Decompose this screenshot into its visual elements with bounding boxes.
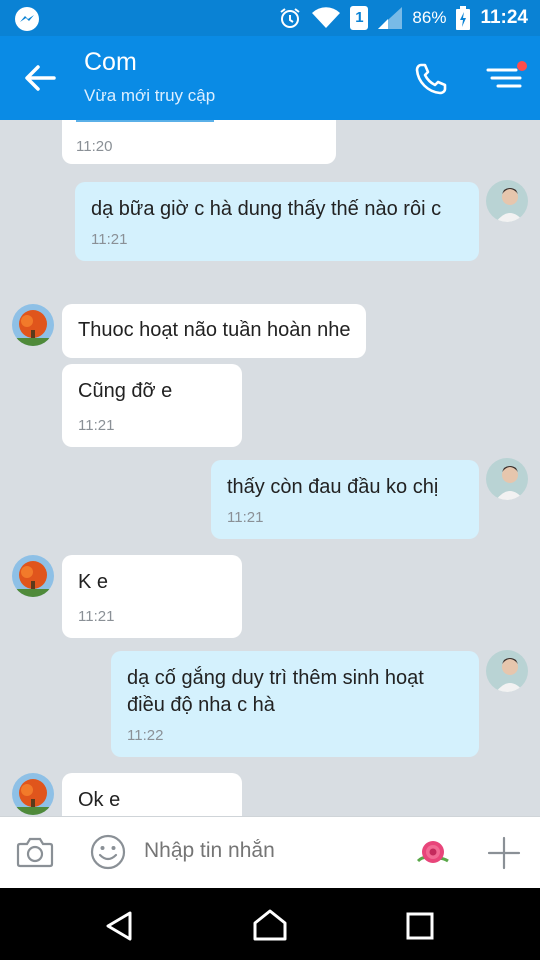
message-bubble-incoming[interactable]: Thuoc hoạt não tuần hoàn nhe	[62, 304, 367, 358]
chat-header: Com Vừa mới truy cập	[0, 36, 540, 120]
sim-icon: 1	[350, 6, 369, 30]
message-bubble-incoming[interactable]: Ok e	[62, 773, 242, 816]
nav-back-icon[interactable]	[104, 910, 136, 942]
message-text: dạ bữa giờ c hà dung thấy thế nào rôi c	[91, 198, 442, 220]
contact-status: Vừa mới truy cập	[84, 86, 216, 105]
message-time: 11:21	[78, 417, 115, 434]
message-time: 11:20	[76, 138, 113, 155]
nav-recent-apps-icon[interactable]	[406, 912, 434, 940]
avatar-self[interactable]	[486, 458, 528, 500]
menu-icon[interactable]	[484, 60, 528, 96]
message-bubble-incoming[interactable]: 11:20	[62, 120, 336, 164]
plus-icon[interactable]	[486, 835, 522, 871]
message-input[interactable]	[144, 839, 394, 863]
message-time: 11:21	[78, 608, 115, 625]
link-underline	[76, 120, 214, 122]
avatar-contact[interactable]	[12, 304, 54, 346]
camera-icon[interactable]	[16, 835, 54, 869]
nav-home-icon[interactable]	[252, 908, 288, 942]
message-text: Thuoc hoạt não tuần hoàn nhe	[78, 319, 351, 341]
battery-percent: 86%	[412, 8, 447, 27]
status-time: 11:24	[480, 7, 528, 28]
signal-icon	[378, 7, 403, 29]
alarm-icon	[280, 8, 301, 28]
message-bubble-outgoing[interactable]: dạ cố gắng duy trì thêm sinh hoạt điều đ…	[111, 651, 479, 757]
avatar-contact[interactable]	[12, 555, 54, 597]
message-time: 11:21	[227, 509, 264, 526]
system-nav-bar	[0, 888, 540, 960]
message-bubble-outgoing[interactable]: dạ bữa giờ c hà dung thấy thế nào rôi c …	[75, 182, 479, 261]
battery-icon	[456, 6, 471, 30]
avatar-contact[interactable]	[12, 773, 54, 815]
message-bubble-incoming[interactable]: K e 11:21	[62, 555, 242, 638]
messenger-icon	[15, 7, 39, 31]
arrow-left-icon[interactable]	[22, 60, 58, 96]
contact-name[interactable]: Com	[84, 48, 137, 77]
message-list[interactable]: 11:20 dạ bữa giờ c hà dung thấy thế nào …	[0, 120, 540, 816]
message-text: dạ cố gắng duy trì thêm sinh hoạt điều đ…	[127, 667, 424, 716]
phone-icon[interactable]	[414, 62, 448, 96]
flower-sticker-icon[interactable]	[414, 835, 452, 871]
message-text: K e	[78, 571, 109, 593]
message-text: Cũng đỡ e	[78, 380, 173, 402]
wifi-icon	[312, 7, 341, 29]
message-text: Ok e	[78, 789, 121, 811]
message-time: 11:21	[91, 231, 128, 248]
avatar-self[interactable]	[486, 180, 528, 222]
message-bubble-outgoing[interactable]: thấy còn đau đầu ko chị 11:21	[211, 460, 479, 539]
message-text: thấy còn đau đầu ko chị	[227, 476, 439, 498]
message-time: 11:22	[127, 727, 164, 744]
message-bubble-incoming[interactable]: Cũng đỡ e 11:21	[62, 364, 242, 447]
status-bar: 1 86% 11:24	[0, 0, 540, 36]
composer	[0, 816, 540, 888]
avatar-self[interactable]	[486, 650, 528, 692]
smiley-icon[interactable]	[90, 834, 126, 870]
